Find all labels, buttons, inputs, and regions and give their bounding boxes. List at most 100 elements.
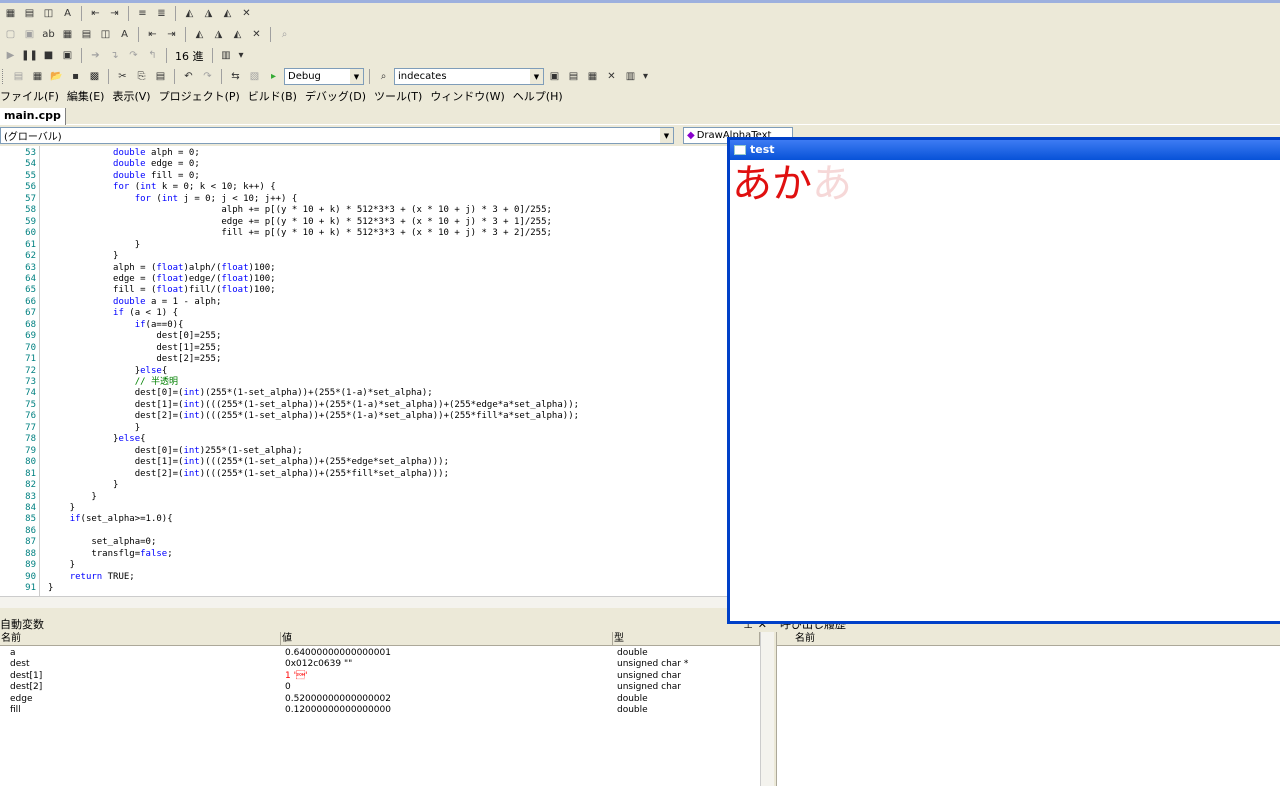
new-project-icon[interactable]: ▤ — [10, 69, 27, 85]
show-next-icon[interactable]: ➔ — [87, 48, 104, 64]
code-line[interactable]: 73 // 半透明 — [0, 377, 760, 388]
code-line[interactable]: 80 dest[1]=(int)(((255*(1-set_alpha))+(2… — [0, 457, 760, 468]
open-file-icon[interactable]: 📂 — [48, 69, 65, 85]
find-in-files-icon[interactable]: ⌕ — [375, 69, 392, 85]
code-line[interactable]: 75 dest[1]=(int)(((255*(1-set_alpha))+(2… — [0, 400, 760, 411]
code-line[interactable]: 70 dest[1]=255; — [0, 343, 760, 354]
toolbar-icon[interactable]: ▤ — [78, 27, 95, 43]
chevron-down-icon[interactable]: ▾ — [237, 48, 246, 64]
code-line[interactable]: 63 alph = (float)alph/(float)100; — [0, 263, 760, 274]
toolbar-icon[interactable]: A — [116, 27, 133, 43]
menu-build[interactable]: ビルド(B) — [248, 88, 302, 104]
toolbar-icon[interactable]: ▦ — [59, 27, 76, 43]
code-line[interactable]: 71 dest[2]=255; — [0, 354, 760, 365]
code-line[interactable]: 59 edge += p[(y * 10 + k) * 512*3*3 + (x… — [0, 217, 760, 228]
code-line[interactable]: 66 double a = 1 - alph; — [0, 297, 760, 308]
tab-main-cpp[interactable]: main.cpp — [0, 108, 66, 125]
variable-row[interactable]: edge 0.52000000000000002 double — [0, 694, 760, 705]
menu-tools[interactable]: ツール(T) — [374, 88, 427, 104]
column-header-type[interactable]: 型 — [613, 632, 760, 646]
code-line[interactable]: 54 double edge = 0; — [0, 159, 760, 170]
code-line[interactable]: 79 dest[0]=(int)255*(1-set_alpha); — [0, 446, 760, 457]
code-line[interactable]: 65 fill = (float)fill/(float)100; — [0, 285, 760, 296]
chevron-down-icon[interactable]: ▼ — [350, 69, 363, 84]
variable-row[interactable]: a 0.64000000000000001 double — [0, 648, 760, 659]
code-line[interactable]: 83 } — [0, 492, 760, 503]
code-line[interactable]: 88 transflg=false; — [0, 549, 760, 560]
code-line[interactable]: 91} — [0, 583, 760, 594]
autos-vertical-scrollbar[interactable] — [760, 632, 774, 786]
bookmark-next-icon[interactable]: ◭ — [229, 27, 246, 43]
toolbox-icon[interactable]: ✕ — [603, 69, 620, 85]
breakpoint-window-icon[interactable]: ▥ — [218, 48, 235, 64]
code-line[interactable]: 90 return TRUE; — [0, 572, 760, 583]
code-line[interactable]: 60 fill += p[(y * 10 + k) * 512*3*3 + (x… — [0, 228, 760, 239]
toolbar-icon[interactable]: ▦ — [2, 6, 19, 22]
bookmark-next-icon[interactable]: ◭ — [219, 6, 236, 22]
start-debug-icon[interactable]: ▸ — [265, 69, 282, 85]
menu-view[interactable]: 表示(V) — [112, 88, 155, 104]
menu-help[interactable]: ヘルプ(H) — [513, 88, 568, 104]
find-icon[interactable]: ⌕ — [276, 27, 293, 43]
code-line[interactable]: 89 } — [0, 560, 760, 571]
uncomment-icon[interactable]: ≣ — [153, 6, 170, 22]
variable-row[interactable]: dest[2] 0 unsigned char — [0, 682, 760, 693]
code-line[interactable]: 72 }else{ — [0, 366, 760, 377]
code-line[interactable]: 78 }else{ — [0, 434, 760, 445]
variable-row[interactable]: fill 0.12000000000000000 double — [0, 705, 760, 716]
code-line[interactable]: 81 dest[2]=(int)(((255*(1-set_alpha))+(2… — [0, 469, 760, 480]
code-line[interactable]: 85 if(set_alpha>=1.0){ — [0, 514, 760, 525]
menu-edit[interactable]: 編集(E) — [67, 88, 110, 104]
bookmark-clear-icon[interactable]: ✕ — [248, 27, 265, 43]
menu-debug[interactable]: デバッグ(D) — [305, 88, 371, 104]
navigate-icon[interactable]: ⇆ — [227, 69, 244, 85]
toolbar-icon[interactable]: A — [59, 6, 76, 22]
outdent-icon[interactable]: ⇤ — [87, 6, 104, 22]
toolbar-icon[interactable]: ◫ — [97, 27, 114, 43]
column-header-value[interactable]: 値 — [281, 632, 613, 646]
solution-explorer-icon[interactable]: ▣ — [546, 69, 563, 85]
code-line[interactable]: 69 dest[0]=255; — [0, 331, 760, 342]
indent-icon[interactable]: ⇥ — [163, 27, 180, 43]
code-line[interactable]: 56 for (int k = 0; k < 10; k++) { — [0, 182, 760, 193]
continue-icon[interactable]: ▶ — [2, 48, 19, 64]
bookmark-prev-icon[interactable]: ◮ — [200, 6, 217, 22]
other-windows-icon[interactable]: ▥ — [622, 69, 639, 85]
code-line[interactable]: 53 double alph = 0; — [0, 148, 760, 159]
search-combo[interactable]: indecates ▼ — [394, 68, 544, 85]
object-browser-icon[interactable]: ▦ — [584, 69, 601, 85]
configuration-select[interactable]: Debug ▼ — [284, 68, 364, 85]
chevron-down-icon[interactable]: ▾ — [641, 69, 650, 85]
menu-file[interactable]: ファイル(F) — [0, 88, 64, 104]
chevron-down-icon[interactable]: ▼ — [530, 69, 543, 84]
code-line[interactable]: 62 } — [0, 251, 760, 262]
toolbar-icon[interactable]: ▤ — [21, 6, 38, 22]
navigate-forward-icon[interactable]: ▧ — [246, 69, 263, 85]
code-line[interactable]: 55 double fill = 0; — [0, 171, 760, 182]
code-line[interactable]: 87 set_alpha=0; — [0, 537, 760, 548]
outdent-icon[interactable]: ⇤ — [144, 27, 161, 43]
code-line[interactable]: 57 for (int j = 0; j < 10; j++) { — [0, 194, 760, 205]
bookmark-prev-icon[interactable]: ◮ — [210, 27, 227, 43]
step-out-icon[interactable]: ↰ — [144, 48, 161, 64]
indent-icon[interactable]: ⇥ — [106, 6, 123, 22]
properties-icon[interactable]: ▤ — [565, 69, 582, 85]
code-line[interactable]: 61 } — [0, 240, 760, 251]
redo-icon[interactable]: ↷ — [199, 69, 216, 85]
scope-select[interactable]: (グローバル) ▼ — [0, 127, 674, 144]
toolbar-grip[interactable] — [2, 69, 5, 84]
variable-row[interactable]: dest[1] 1 '' unsigned char — [0, 671, 760, 682]
toolbar-icon[interactable]: ab — [40, 27, 57, 43]
variable-row[interactable]: dest 0x012c0639 "" unsigned char * — [0, 659, 760, 670]
toolbar-icon[interactable]: ◫ — [40, 6, 57, 22]
hex-toggle[interactable]: 16 進 — [172, 48, 207, 64]
bookmark-icon[interactable]: ◭ — [191, 27, 208, 43]
code-line[interactable]: 76 dest[2]=(int)(((255*(1-set_alpha))+(2… — [0, 411, 760, 422]
column-header-name[interactable]: 名前 — [795, 632, 815, 646]
comment-icon[interactable]: ≡ — [134, 6, 151, 22]
step-over-icon[interactable]: ↷ — [125, 48, 142, 64]
menu-window[interactable]: ウィンドウ(W) — [430, 88, 509, 104]
code-line[interactable]: 82 } — [0, 480, 760, 491]
stop-icon[interactable]: ■ — [40, 48, 57, 64]
paste-icon[interactable]: ▤ — [152, 69, 169, 85]
